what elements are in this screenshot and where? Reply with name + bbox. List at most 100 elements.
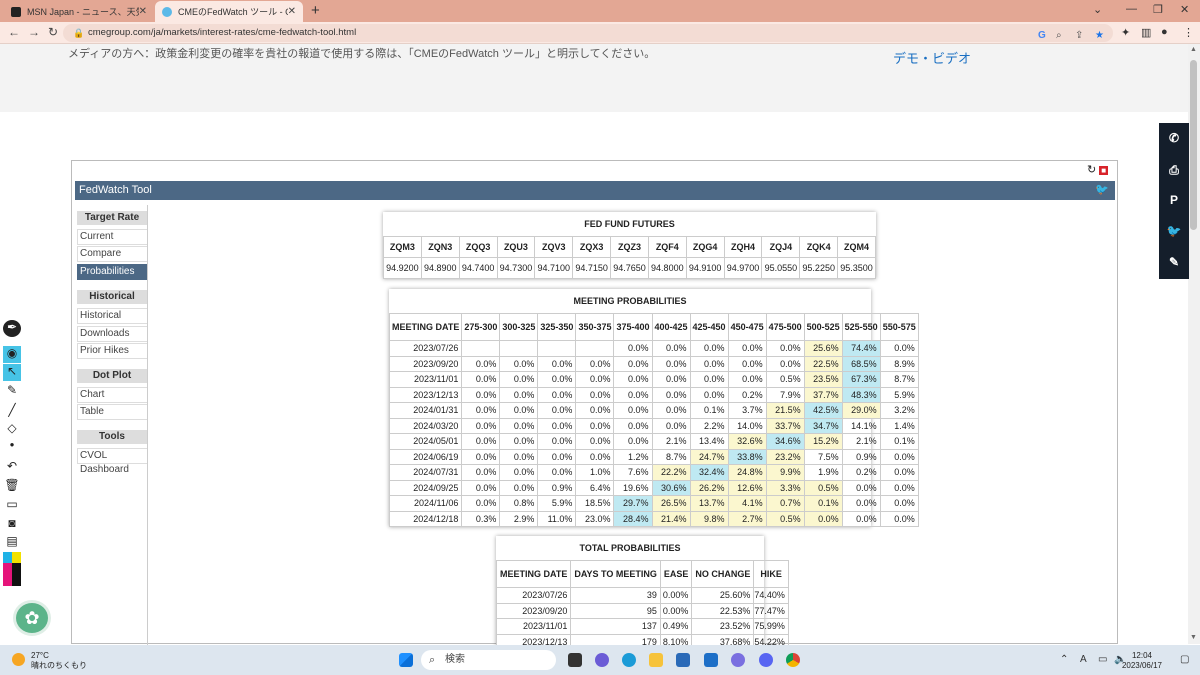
file-explorer-icon[interactable] [649,653,663,667]
nav-item-current[interactable]: Current [77,229,148,245]
nav-item-table[interactable]: Table [77,404,148,420]
refresh-icon[interactable]: ↻ [1087,164,1096,176]
zoom-icon[interactable]: ⌕ [1056,27,1062,45]
probability-cell: 0.0% [461,464,501,481]
undo-icon[interactable]: ↶ [3,459,21,476]
mail-icon[interactable] [704,653,718,667]
color-palette-icon[interactable] [3,552,21,586]
discord-icon[interactable] [759,653,773,667]
scroll-down-icon[interactable]: ▼ [1190,634,1197,641]
share-icon[interactable]: ⇪ [1075,27,1083,45]
store-icon[interactable] [676,653,690,667]
restore-icon[interactable]: ❐ [1153,3,1163,16]
probability-cell: 5.9% [879,386,919,403]
pen-icon[interactable]: ╱ [3,403,21,420]
extensions-icon[interactable]: ✦ [1121,26,1130,39]
twitter-icon[interactable]: 🐦 [1095,181,1109,200]
url-text: cmegroup.com/ja/markets/interest-rates/c… [88,27,357,38]
scroll-up-icon[interactable]: ▲ [1190,46,1197,53]
page-scrollbar[interactable]: ▲ ▼ [1188,44,1200,644]
tab-title: MSN Japan - ニュース、天気, メール ( [27,7,139,17]
column-header: HIKE [753,560,789,588]
notification-icon[interactable]: ▢ [1180,654,1189,665]
dot-size-icon[interactable]: ● [3,440,21,457]
total-cell: 23.52% [691,618,755,635]
tab-msn[interactable]: MSN Japan - ニュース、天気, メール ( ✕ [4,1,154,22]
cursor-icon[interactable]: ↖ [3,364,21,381]
probability-cell: 0.0% [879,448,919,465]
table-row: 94.9200 94.8900 94.7400 94.7300 94.7100 94.71… [383,257,876,279]
probability-cell: 0.0% [727,355,767,372]
nav-item-downloads[interactable]: Downloads [77,326,148,342]
minimize-icon[interactable]: — [1126,3,1137,15]
lock-icon[interactable]: 🔒 [73,24,84,42]
profile-avatar-icon[interactable]: ● [1161,26,1168,38]
meeting-date-cell: 2024/07/31 [388,464,463,481]
futures-contract-header: ZQH4 [723,236,763,258]
probability-cell: 2.9% [499,510,539,527]
app-icon[interactable] [731,653,745,667]
reload-icon[interactable]: ↻ [48,25,58,39]
clipboard-icon[interactable]: ▤ [3,534,21,551]
probability-cell: 0.2% [841,464,881,481]
futures-contract-header: ZQU3 [496,236,536,258]
evernote-icon[interactable]: ✎ [1159,255,1189,269]
whatsapp-icon[interactable]: ✆ [1159,131,1189,145]
futures-contract-header: ZQZ3 [610,236,649,258]
tab-cme-fedwatch[interactable]: CMEのFedWatch ツール - CME Gro ✕ [155,1,303,22]
edge-icon[interactable] [622,653,636,667]
cookie-settings-icon[interactable]: ✿ [13,600,51,636]
probability-cell: 0.0% [537,371,577,388]
task-view-icon[interactable] [568,653,582,667]
nav-item-compare[interactable]: Compare [77,246,148,262]
chat-icon[interactable] [595,653,609,667]
pdf-icon[interactable]: ■ [1099,166,1109,175]
nav-item-cvol-dashboard[interactable]: CVOL Dashboard [77,448,148,475]
ime-indicator[interactable]: A [1080,654,1087,665]
futures-contract-header: ZQK4 [799,236,839,258]
network-icon[interactable]: ▭ [1098,654,1107,665]
nav-item-probabilities[interactable]: Probabilities [77,264,148,280]
forward-icon[interactable]: → [28,25,40,39]
futures-contract-header: ZQM4 [837,236,876,258]
close-icon[interactable]: ✕ [139,6,147,17]
probability-cell: 0.5% [765,510,805,527]
whiteboard-icon[interactable]: ▭ [3,497,21,514]
address-bar[interactable]: 🔒 cmegroup.com/ja/markets/interest-rates… [63,24,1113,42]
probability-cell: 0.0% [651,355,691,372]
close-icon[interactable]: ✕ [288,6,296,17]
window-close-icon[interactable]: ✕ [1180,3,1189,16]
probability-cell: 13.4% [689,433,729,450]
eraser-icon[interactable]: ◇ [3,421,21,438]
taskbar-search[interactable]: ⌕ 検索 [421,650,556,670]
demo-video-link[interactable]: デモ・ビデオ [893,48,971,67]
start-icon[interactable] [399,653,413,667]
pen-logo-icon[interactable]: ✒ [3,320,21,337]
probability-cell: 23.0% [575,510,615,527]
tray-chevron-icon[interactable]: ⌃ [1060,654,1068,665]
camera-icon[interactable]: ◙ [3,516,21,533]
twitter-icon[interactable]: 🐦 [1159,224,1189,238]
marker-icon[interactable]: ✎ [3,383,21,400]
pinterest-icon[interactable]: P [1159,193,1189,207]
back-icon[interactable]: ← [8,25,20,39]
column-header: EASE [659,560,693,588]
clock[interactable]: 12:04 2023/06/17 [1122,651,1162,671]
scroll-thumb[interactable] [1190,60,1197,230]
tab-list-icon[interactable]: ⌄ [1093,3,1102,16]
menu-dots-icon[interactable]: ⋮ [1183,26,1194,39]
eye-icon[interactable]: ◉ [3,346,21,363]
bookmark-star-icon[interactable]: ★ [1095,27,1104,45]
probability-cell: 0.0% [537,448,577,465]
chrome-icon[interactable] [786,653,800,667]
probability-cell: 0.0% [537,433,577,450]
new-tab-button[interactable]: + [311,2,320,19]
side-panel-icon[interactable]: ▥ [1141,26,1151,39]
probability-cell: 21.5% [765,402,805,419]
nav-item-historical[interactable]: Historical [77,308,148,324]
nav-item-chart[interactable]: Chart [77,387,148,403]
google-icon[interactable]: G [1038,27,1046,45]
trash-icon[interactable]: 🗑 [3,478,21,495]
nav-item-prior-hikes[interactable]: Prior Hikes [77,343,148,359]
print-icon[interactable]: ⎙ [1159,163,1189,178]
